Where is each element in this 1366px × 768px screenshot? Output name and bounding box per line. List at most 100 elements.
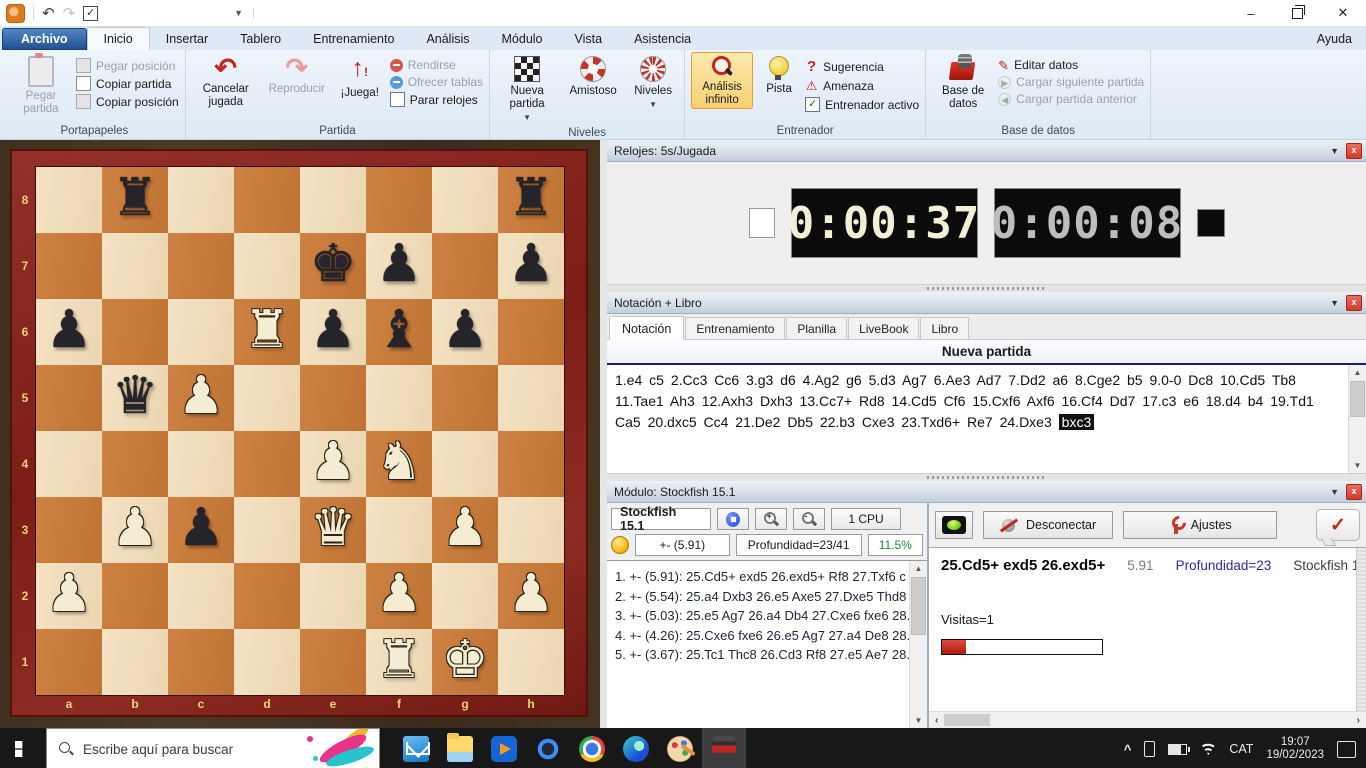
square-e2[interactable] bbox=[300, 563, 366, 629]
niveles-button[interactable]: Niveles ▼ bbox=[628, 52, 678, 113]
square-d2[interactable] bbox=[234, 563, 300, 629]
black-pawn-h7[interactable]: ♟ bbox=[498, 233, 564, 299]
square-f3[interactable] bbox=[366, 497, 432, 563]
square-a5[interactable] bbox=[36, 365, 102, 431]
black-pawn-f7[interactable]: ♟ bbox=[366, 233, 432, 299]
square-b7[interactable] bbox=[102, 233, 168, 299]
square-d7[interactable] bbox=[234, 233, 300, 299]
juega-button[interactable]: ↑! ¡Juega! bbox=[334, 52, 386, 102]
square-h6[interactable] bbox=[498, 299, 564, 365]
square-e5[interactable] bbox=[300, 365, 366, 431]
scroll-thumb[interactable] bbox=[944, 714, 991, 726]
rendirse-button[interactable]: Rendirse bbox=[389, 58, 483, 72]
square-g8[interactable] bbox=[432, 167, 498, 233]
close-panel-icon[interactable]: x bbox=[1346, 294, 1362, 311]
chrome-taskbar-button[interactable] bbox=[570, 728, 614, 768]
square-c8[interactable] bbox=[168, 167, 234, 233]
white-pawn-b3[interactable]: ♟ bbox=[102, 497, 168, 563]
paint-taskbar-button[interactable] bbox=[658, 728, 702, 768]
engine-horizontal-scrollbar[interactable]: ‹ › bbox=[929, 711, 1366, 728]
square-h1[interactable] bbox=[498, 629, 564, 695]
black-bishop-f6[interactable]: ♝ bbox=[366, 299, 432, 365]
square-b8[interactable]: ♜ bbox=[102, 167, 168, 233]
collapse-panel-icon[interactable]: ▼ bbox=[1323, 146, 1346, 156]
square-a7[interactable] bbox=[36, 233, 102, 299]
square-b3[interactable]: ♟ bbox=[102, 497, 168, 563]
white-knight-f4[interactable]: ♞ bbox=[366, 431, 432, 497]
base-de-datos-button[interactable]: Base de datos bbox=[932, 52, 994, 113]
cargar-anterior-button[interactable]: ◀ Cargar partida anterior bbox=[998, 92, 1144, 106]
square-a2[interactable]: ♟ bbox=[36, 563, 102, 629]
cargar-siguiente-button[interactable]: ▶ Cargar siguiente partida bbox=[998, 75, 1144, 89]
redo-icon[interactable]: ↷ bbox=[63, 6, 76, 21]
pista-button[interactable]: Pista bbox=[757, 52, 801, 98]
square-b6[interactable] bbox=[102, 299, 168, 365]
engine-lines-scrollbar[interactable]: ▲ ▼ bbox=[909, 561, 927, 728]
white-queen-e3[interactable]: ♛ bbox=[300, 497, 366, 563]
black-pawn-a6[interactable]: ♟ bbox=[36, 299, 102, 365]
tab-modulo[interactable]: Módulo bbox=[486, 28, 559, 50]
square-b5[interactable]: ♛ bbox=[102, 365, 168, 431]
scroll-up-icon[interactable]: ▲ bbox=[1354, 365, 1362, 380]
panel-splitter[interactable] bbox=[607, 284, 1366, 292]
square-e4[interactable]: ♟ bbox=[300, 431, 366, 497]
square-e1[interactable] bbox=[300, 629, 366, 695]
sugerencia-button[interactable]: ? Sugerencia bbox=[805, 58, 919, 75]
black-pawn-c3[interactable]: ♟ bbox=[168, 497, 234, 563]
media-taskbar-button[interactable] bbox=[526, 728, 570, 768]
square-c4[interactable] bbox=[168, 431, 234, 497]
battery-icon[interactable] bbox=[1168, 743, 1190, 755]
square-f1[interactable]: ♜ bbox=[366, 629, 432, 695]
editar-datos-button[interactable]: ✎ Editar datos bbox=[998, 58, 1144, 72]
square-d4[interactable] bbox=[234, 431, 300, 497]
tab-entrenamiento[interactable]: Entrenamiento bbox=[297, 28, 410, 50]
engine-line-4[interactable]: 4. +- (4.26): 25.Cxe6 fxe6 26.e5 Ag7 27.… bbox=[615, 626, 909, 646]
square-h7[interactable]: ♟ bbox=[498, 233, 564, 299]
square-f5[interactable] bbox=[366, 365, 432, 431]
scroll-right-icon[interactable]: › bbox=[1351, 715, 1366, 726]
white-pawn-f2[interactable]: ♟ bbox=[366, 563, 432, 629]
tab-vista[interactable]: Vista bbox=[559, 28, 619, 50]
movies-taskbar-button[interactable] bbox=[482, 728, 526, 768]
square-a1[interactable] bbox=[36, 629, 102, 695]
engine-line-5[interactable]: 5. +- (3.67): 25.Tc1 Thc8 26.Cd3 Rf8 27.… bbox=[615, 645, 909, 665]
tab-asistencia[interactable]: Asistencia bbox=[618, 28, 707, 50]
square-h2[interactable]: ♟ bbox=[498, 563, 564, 629]
panel-splitter[interactable] bbox=[607, 473, 1366, 481]
square-f2[interactable]: ♟ bbox=[366, 563, 432, 629]
collapse-panel-icon[interactable]: ▼ bbox=[1323, 487, 1346, 497]
wifi-icon[interactable] bbox=[1200, 743, 1217, 755]
amistoso-button[interactable]: Amistoso bbox=[562, 52, 624, 100]
entrenador-activo-checkbox[interactable]: ✓ Entrenador activo bbox=[805, 97, 919, 112]
restore-button[interactable] bbox=[1274, 0, 1320, 26]
black-clock-indicator[interactable] bbox=[1196, 209, 1225, 237]
notation-tab-planilla[interactable]: Planilla bbox=[786, 317, 848, 339]
square-d8[interactable] bbox=[234, 167, 300, 233]
white-rook-f1[interactable]: ♜ bbox=[366, 629, 432, 695]
tab-tablero[interactable]: Tablero bbox=[224, 28, 297, 50]
square-f4[interactable]: ♞ bbox=[366, 431, 432, 497]
white-king-g1[interactable]: ♚ bbox=[432, 629, 498, 695]
white-pawn-c5[interactable]: ♟ bbox=[168, 365, 234, 431]
square-g3[interactable]: ♟ bbox=[432, 497, 498, 563]
square-f6[interactable]: ♝ bbox=[366, 299, 432, 365]
square-a3[interactable] bbox=[36, 497, 102, 563]
engine-led-button[interactable] bbox=[935, 511, 973, 539]
black-queen-b5[interactable]: ♛ bbox=[102, 365, 168, 431]
tray-chevron-icon[interactable]: ^ bbox=[1124, 742, 1132, 757]
black-pawn-g6[interactable]: ♟ bbox=[432, 299, 498, 365]
close-panel-icon[interactable]: x bbox=[1346, 483, 1362, 500]
clock-datetime[interactable]: 19:07 19/02/2023 bbox=[1266, 736, 1324, 762]
engine-line-2[interactable]: 2. +- (5.54): 25.a4 Dxb3 26.e5 Axe5 27.D… bbox=[615, 587, 907, 607]
copiar-posicion-button[interactable]: Copiar posición bbox=[76, 94, 179, 109]
square-a8[interactable] bbox=[36, 167, 102, 233]
close-panel-icon[interactable]: x bbox=[1346, 142, 1362, 159]
square-g6[interactable]: ♟ bbox=[432, 299, 498, 365]
mail-taskbar-button[interactable] bbox=[394, 728, 438, 768]
tab-inicio[interactable]: Inicio bbox=[86, 27, 150, 50]
square-e7[interactable]: ♚ bbox=[300, 233, 366, 299]
pegar-posicion-button[interactable]: Pegar posición bbox=[76, 58, 179, 73]
engine-stop-button[interactable] bbox=[717, 508, 749, 530]
square-d5[interactable] bbox=[234, 365, 300, 431]
collapse-panel-icon[interactable]: ▼ bbox=[1323, 298, 1346, 308]
